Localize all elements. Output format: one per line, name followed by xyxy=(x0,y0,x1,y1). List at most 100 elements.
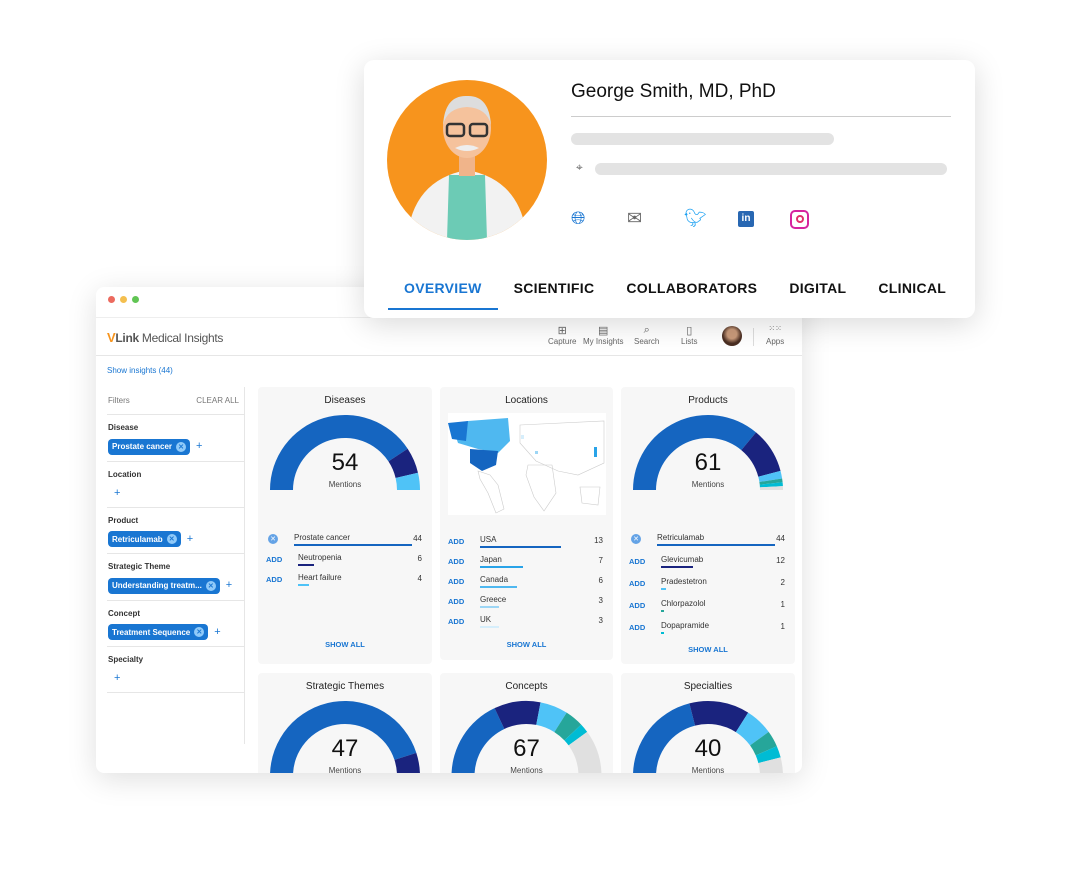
card-specialties: Specialties 40 Mentions xyxy=(621,673,795,773)
profile-tabs: OVERVIEW SCIENTIFIC COLLABORATORS DIGITA… xyxy=(388,278,962,310)
item-count: 3 xyxy=(598,616,603,625)
filter-chip[interactable]: Understanding treatm... ✕ xyxy=(108,577,220,594)
card-diseases: Diseases 54 Mentions ✕ Prostate cancer 44 ADD N… xyxy=(258,387,432,664)
show-all-button[interactable]: SHOW ALL xyxy=(258,640,432,649)
remove-chip-icon[interactable]: ✕ xyxy=(166,534,177,544)
item-name: Prostate cancer xyxy=(294,533,351,542)
nav-label: Search xyxy=(634,337,660,346)
linkedin-icon[interactable]: in xyxy=(738,211,754,227)
minimize-dot[interactable] xyxy=(120,296,127,303)
mail-icon[interactable]: ✉ xyxy=(627,208,642,229)
tab-collaborators[interactable]: COLLABORATORS xyxy=(610,278,773,310)
twitter-icon[interactable]: 🐦︎ xyxy=(684,208,707,229)
add-button[interactable]: ADD xyxy=(629,601,645,610)
filter-chip[interactable]: Treatment Sequence ✕ xyxy=(108,624,209,640)
remove-icon[interactable]: ✕ xyxy=(631,534,641,544)
list-item: ADD Canada 6 xyxy=(448,575,603,593)
nav-search[interactable]: ⌕ Search xyxy=(634,324,659,346)
filter-label: Location xyxy=(108,469,142,479)
item-bar xyxy=(661,632,664,634)
add-filter-icon[interactable]: + xyxy=(187,533,193,545)
list-item: ADD Chlorpazolol 1 xyxy=(629,599,785,617)
tab-overview[interactable]: OVERVIEW xyxy=(388,278,498,310)
filter-chip[interactable]: Prostate cancer ✕ xyxy=(108,438,191,455)
chip-label: Treatment Sequence xyxy=(112,627,191,637)
user-avatar[interactable] xyxy=(722,326,742,346)
app-logo[interactable]: VLink Medical Insights xyxy=(107,330,223,345)
card-concepts: Concepts 67 Mentions xyxy=(440,673,613,773)
add-filter-icon[interactable]: + xyxy=(114,672,120,684)
nav-my-insights[interactable]: ▤ My Insights xyxy=(583,324,623,346)
remove-chip-icon[interactable]: ✕ xyxy=(176,441,187,452)
divider xyxy=(753,328,754,346)
item-count: 12 xyxy=(776,556,785,565)
add-button[interactable]: ADD xyxy=(629,557,645,566)
item-count: 7 xyxy=(598,556,603,565)
add-button[interactable]: ADD xyxy=(266,575,282,584)
divider xyxy=(571,116,951,117)
add-filter-icon[interactable]: + xyxy=(214,626,220,638)
gauge-unit: Mentions xyxy=(328,766,362,773)
globe-icon[interactable]: 🌐︎ xyxy=(571,208,585,229)
filter-label: Concept xyxy=(108,608,140,618)
add-filter-icon[interactable]: + xyxy=(226,579,232,591)
maximize-dot[interactable] xyxy=(132,296,139,303)
add-button[interactable]: ADD xyxy=(448,537,464,546)
tab-scientific[interactable]: SCIENTIFIC xyxy=(498,278,611,310)
item-bar xyxy=(298,584,309,586)
add-button[interactable]: ADD xyxy=(266,555,282,564)
gauge-unit: Mentions xyxy=(328,480,362,489)
add-button[interactable]: ADD xyxy=(448,597,464,606)
filter-chip[interactable]: Retriculamab ✕ xyxy=(108,531,181,547)
filter-label: Specialty xyxy=(108,655,144,664)
item-count: 6 xyxy=(417,554,422,563)
add-button[interactable]: ADD xyxy=(448,617,464,626)
filters-sidebar: Filters CLEAR ALL Disease Prostate cancer ✕… xyxy=(107,387,245,744)
tab-digital[interactable]: DIGITAL xyxy=(773,278,862,310)
nav-apps[interactable]: ⁙⁙ Apps xyxy=(766,324,784,346)
show-all-button[interactable]: SHOW ALL xyxy=(621,645,795,654)
item-bar xyxy=(480,566,524,568)
card-products: Products 61 Mentions ✕ Retriculamab 44 ADD Glev… xyxy=(621,387,795,664)
item-name: Neutropenia xyxy=(298,553,342,562)
chip-label: Understanding treatm... xyxy=(112,581,202,590)
list-item: ADD Japan 7 xyxy=(448,555,603,573)
nav-lists[interactable]: ▯ Lists xyxy=(681,324,697,346)
add-filter-icon[interactable]: + xyxy=(196,440,202,452)
item-bar xyxy=(480,626,499,628)
add-button[interactable]: ADD xyxy=(629,579,645,588)
remove-chip-icon[interactable]: ✕ xyxy=(194,627,205,637)
add-filter-icon[interactable]: + xyxy=(114,487,120,499)
chip-label: Prostate cancer xyxy=(112,442,173,451)
item-bar xyxy=(661,588,667,590)
list-item: ADD Glevicumab 12 xyxy=(629,555,785,573)
filter-section: Specialty + xyxy=(107,647,244,693)
map-greece[interactable] xyxy=(535,451,538,454)
list-item: ✕ Prostate cancer 44 xyxy=(266,533,422,551)
nav-label: Lists xyxy=(681,337,698,346)
filters-title: Filters xyxy=(108,396,130,405)
remove-chip-icon[interactable]: ✕ xyxy=(205,580,216,591)
gauge-total: 54 xyxy=(331,449,359,476)
show-insights-link[interactable]: Show insights (44) xyxy=(107,366,173,375)
add-button[interactable]: ADD xyxy=(448,577,464,586)
close-dot[interactable] xyxy=(108,296,115,303)
map-japan[interactable] xyxy=(594,447,597,457)
add-button[interactable]: ADD xyxy=(629,623,645,632)
add-button[interactable]: ADD xyxy=(448,557,464,566)
card-title: Locations xyxy=(505,395,548,406)
map-uk[interactable] xyxy=(521,435,524,439)
instagram-icon[interactable] xyxy=(790,210,809,229)
item-name: UK xyxy=(480,615,492,624)
logo-link: Link xyxy=(115,331,139,345)
item-count: 1 xyxy=(780,622,785,631)
item-count: 6 xyxy=(598,576,603,585)
clear-all-button[interactable]: CLEAR ALL xyxy=(196,396,239,405)
clipboard-icon: ▤ xyxy=(598,325,609,337)
remove-icon[interactable]: ✕ xyxy=(268,534,278,544)
item-count: 13 xyxy=(594,536,603,545)
show-all-button[interactable]: SHOW ALL xyxy=(440,640,613,649)
nav-label: My Insights xyxy=(583,337,624,346)
tab-clinical[interactable]: CLINICAL xyxy=(862,278,962,310)
nav-capture[interactable]: ⊞ Capture xyxy=(548,324,576,346)
